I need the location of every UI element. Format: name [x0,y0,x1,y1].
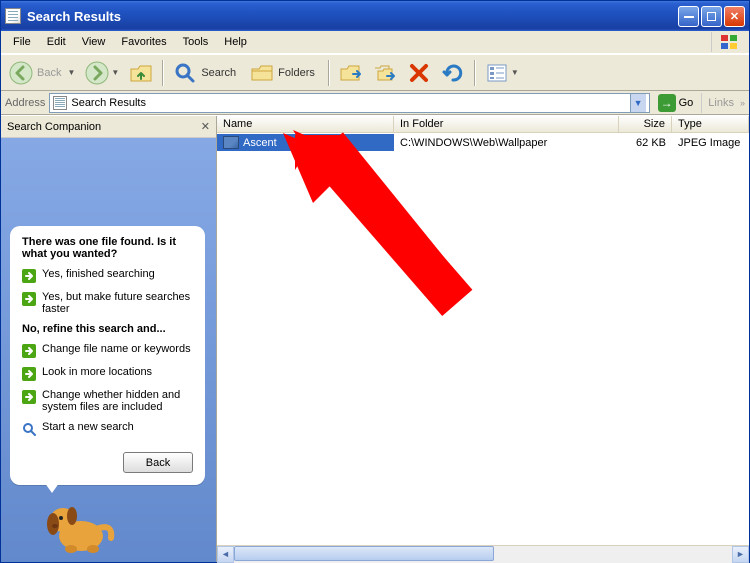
undo-button[interactable] [437,58,469,88]
refine-header: No, refine this search and... [22,323,193,335]
close-button[interactable]: ✕ [724,6,745,27]
forward-button[interactable]: ▼ [81,58,123,88]
result-row[interactable]: Ascent C:\WINDOWS\Web\Wallpaper 62 KB JP… [217,134,749,151]
column-folder[interactable]: In Folder [394,116,619,133]
menu-bar: File Edit View Favorites Tools Help [1,31,749,54]
search-companion-pane: Search Companion ✕ There was one file fo… [1,116,217,562]
address-bar: Address Search Results ▼ → Go Links » [1,91,749,115]
back-arrow-icon [9,61,33,85]
address-label: Address [5,97,45,109]
results-list: Name In Folder Size Type Ascent C:\WINDO… [217,116,749,562]
search-question: There was one file found. Is it what you… [22,236,193,260]
folders-button[interactable]: Folders [246,58,323,88]
window-icon [5,8,21,24]
search-button[interactable]: Search [169,58,244,88]
undo-icon [441,61,465,85]
search-icon [173,61,197,85]
scroll-track[interactable] [234,546,732,563]
delete-icon [407,61,431,85]
arrow-right-icon [22,292,36,306]
toolbar: Back ▼ ▼ Search Folders ▼ [1,54,749,91]
image-file-icon [223,136,239,149]
column-headers: Name In Folder Size Type [217,116,749,134]
result-name: Ascent [243,137,277,149]
address-value: Search Results [71,97,146,109]
window-title: Search Results [27,9,121,24]
forward-arrow-icon [85,61,109,85]
windows-flag-icon [711,32,745,52]
menu-file[interactable]: File [5,33,39,51]
result-folder: C:\WINDOWS\Web\Wallpaper [394,134,619,151]
copy-to-button[interactable] [369,58,401,88]
move-to-icon [339,61,363,85]
option-finished[interactable]: Yes, finished searching [22,268,193,283]
move-to-button[interactable] [335,58,367,88]
go-arrow-icon: → [658,94,676,112]
option-hidden-files[interactable]: Change whether hidden and system files a… [22,389,193,413]
column-type[interactable]: Type [672,116,749,133]
column-size[interactable]: Size [619,116,672,133]
address-input[interactable]: Search Results ▼ [49,93,649,113]
folders-icon [250,61,274,85]
scroll-thumb[interactable] [234,546,494,561]
arrow-right-icon [22,367,36,381]
option-change-name[interactable]: Change file name or keywords [22,343,193,358]
scroll-right-button[interactable]: ► [732,546,749,563]
option-faster[interactable]: Yes, but make future searches faster [22,291,193,315]
title-bar: Search Results ✕ [1,1,749,31]
maximize-button[interactable] [701,6,722,27]
close-pane-button[interactable]: ✕ [201,120,210,133]
arrow-right-icon [22,269,36,283]
arrow-right-icon [22,390,36,404]
search-balloon: There was one file found. Is it what you… [10,226,205,485]
search-back-button[interactable]: Back [123,452,193,473]
links-button[interactable]: Links » [701,93,745,113]
search-dog-icon [39,486,119,556]
menu-help[interactable]: Help [216,33,255,51]
menu-view[interactable]: View [74,33,114,51]
address-dropdown-button[interactable]: ▼ [630,94,646,112]
back-button[interactable]: Back ▼ [5,58,79,88]
minimize-button[interactable] [678,6,699,27]
views-icon [485,61,509,85]
page-icon [53,96,67,110]
folder-up-icon [129,61,153,85]
go-button[interactable]: → Go [654,93,698,113]
arrow-right-icon [22,344,36,358]
column-name[interactable]: Name [217,116,394,133]
menu-tools[interactable]: Tools [175,33,217,51]
result-size: 62 KB [619,134,672,151]
magnifier-icon [22,422,36,436]
delete-button[interactable] [403,58,435,88]
horizontal-scrollbar[interactable]: ◄ ► [217,545,749,562]
option-new-search[interactable]: Start a new search [22,421,193,436]
search-companion-header: Search Companion ✕ [1,116,216,138]
views-button[interactable]: ▼ [481,58,523,88]
scroll-left-button[interactable]: ◄ [217,546,234,563]
copy-to-icon [373,61,397,85]
up-button[interactable] [125,58,157,88]
menu-favorites[interactable]: Favorites [113,33,174,51]
option-more-locations[interactable]: Look in more locations [22,366,193,381]
menu-edit[interactable]: Edit [39,33,74,51]
result-type: JPEG Image [672,134,749,151]
